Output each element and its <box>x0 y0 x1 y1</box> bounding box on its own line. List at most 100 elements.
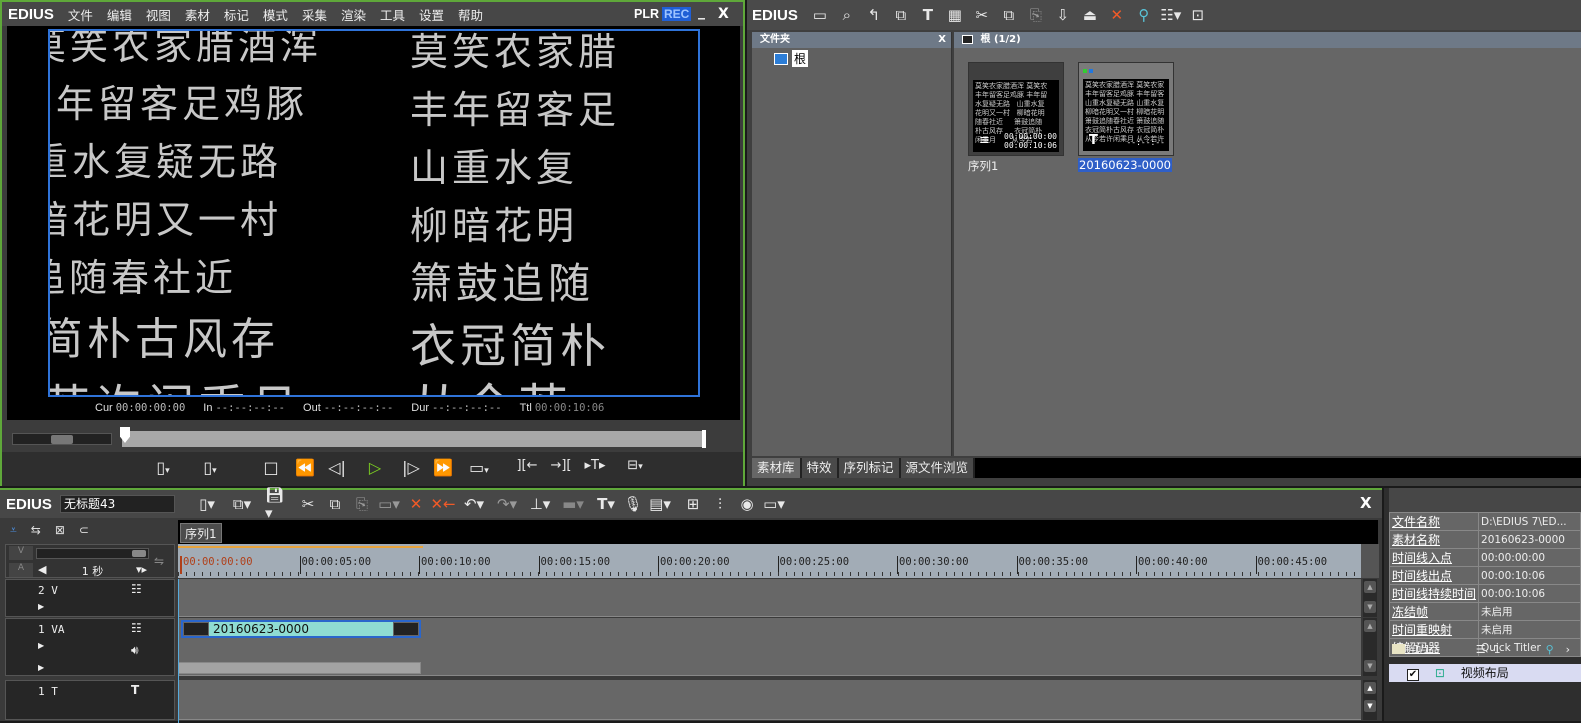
effect-item-video-layout[interactable]: ✔ ⊡ 视频布局 <box>1389 664 1581 682</box>
audio-speaker-icon[interactable]: 🔊︎ <box>131 643 139 658</box>
expand-icon[interactable]: ▶ <box>38 602 44 611</box>
close-button[interactable]: X <box>718 6 729 22</box>
video-track-icon[interactable]: ☷ <box>131 621 142 635</box>
paste-insert-icon[interactable]: ▭▾ <box>377 493 401 515</box>
sequence-tab[interactable]: 序列1 <box>180 523 222 543</box>
timeline-scale-select[interactable]: ◀ 1 秒 ▾▸ <box>36 563 149 578</box>
tools-icon[interactable]: ⊡ <box>1186 4 1210 26</box>
expand-audio-icon[interactable]: ▶ <box>38 663 44 672</box>
save-icon[interactable]: 💾︎▾ <box>265 486 289 522</box>
track-1t[interactable] <box>178 680 1361 720</box>
export-icon[interactable]: ⊟▾ <box>622 458 648 473</box>
rec-toggle[interactable]: REC <box>662 7 692 21</box>
scroll-down-icon[interactable]: ▼ <box>1364 660 1376 672</box>
clip-name-selected[interactable]: 20160623-0000 <box>1078 158 1172 172</box>
copy-icon[interactable]: ⧉ <box>997 4 1021 26</box>
title-icon[interactable]: T <box>916 4 940 26</box>
step-forward-icon[interactable]: |▷ <box>398 458 424 477</box>
track-2v[interactable] <box>178 579 1361 617</box>
ripple-delete-icon[interactable]: ✕← <box>430 493 455 515</box>
new-sequence-icon[interactable]: ▯▾ <box>195 493 219 515</box>
layout-icon[interactable]: ▭▾ <box>762 493 786 515</box>
insert-to-timeline-icon[interactable]: ][← <box>514 458 540 473</box>
timeline-ruler[interactable]: 00:00:00:00 00:00:05:00 00:00:10:00 00:00:1… <box>178 544 1361 578</box>
up-folder-icon[interactable]: ↰ <box>862 4 886 26</box>
audio-toggle[interactable]: A <box>9 563 33 577</box>
timeline-close-button[interactable]: X <box>1360 494 1372 512</box>
expand-icon[interactable]: ▶ <box>38 641 44 650</box>
tab-effects[interactable]: 特效 <box>801 458 839 478</box>
track-1va[interactable]: 20160623-0000 <box>178 618 1361 676</box>
snap-icon[interactable]: ⊂ <box>79 523 89 538</box>
add-clip-icon[interactable]: ⧉ <box>889 4 913 26</box>
effect-enable-checkbox[interactable]: ✔ <box>1407 669 1419 681</box>
track-header-2v[interactable]: 2 V ☷ ▶ <box>5 579 175 617</box>
scroll-down-icon[interactable]: ▼ <box>1364 700 1376 712</box>
overwrite-to-timeline-icon[interactable]: →][ <box>548 458 574 473</box>
redo-icon[interactable]: ↷▾ <box>495 493 519 515</box>
menu-help[interactable]: 帮助 <box>458 5 483 24</box>
folder-pane-close-icon[interactable]: X <box>938 32 946 48</box>
scroll-up-icon[interactable]: ▲ <box>1364 682 1376 694</box>
video-frame[interactable]: 莫笑农家腊酒浑 丰年留客足鸡豚 山重水复疑无路 柳暗花明又一村 箫鼓追随春社近 … <box>48 29 700 397</box>
track-header-1t[interactable]: 1 T T <box>5 680 175 720</box>
properties-icon[interactable]: ⚲ <box>1546 643 1554 656</box>
audio-clip[interactable] <box>178 662 421 674</box>
track-scrollbar[interactable]: ▲ ▼ <box>1363 680 1377 720</box>
open-project-icon[interactable]: ⧉▾ <box>230 493 254 515</box>
menu-settings[interactable]: 设置 <box>419 5 444 24</box>
video-toggle[interactable]: V <box>9 546 33 560</box>
tab-source-browser[interactable]: 源文件浏览 <box>900 458 976 478</box>
copy-icon[interactable]: ⧉ <box>323 493 347 515</box>
more-icon[interactable]: › <box>1566 643 1570 656</box>
loop-icon[interactable]: ▭▾ <box>466 458 492 477</box>
scroll-down-icon[interactable]: ▼ <box>1364 601 1376 613</box>
menu-view[interactable]: 视图 <box>146 5 171 24</box>
shuttle-slider[interactable] <box>12 433 112 445</box>
export-file-icon[interactable]: ▤▾ <box>648 493 672 515</box>
audio-mixer-icon[interactable]: ⫶ <box>708 493 732 515</box>
undo-icon[interactable]: ↶▾ <box>462 493 486 515</box>
voiceover-icon[interactable]: 🎙︎ <box>621 493 645 515</box>
position-bar[interactable] <box>122 431 704 447</box>
paste-icon[interactable]: ⎘ <box>350 493 374 515</box>
color-bars-icon[interactable]: ▦ <box>943 4 967 26</box>
replace-icon[interactable]: ▸T▸ <box>582 458 608 473</box>
menu-render[interactable]: 渲染 <box>341 5 366 24</box>
multicam-icon[interactable]: ⊞ <box>681 493 705 515</box>
menu-marker[interactable]: 标记 <box>224 5 249 24</box>
set-out-icon[interactable]: ▯▾ <box>197 458 223 477</box>
video-track-icon[interactable]: ☷ <box>131 582 142 596</box>
insert-mode-icon[interactable]: ⩡ <box>10 523 17 538</box>
properties-icon[interactable]: ⚲ <box>1132 4 1156 26</box>
shuttle-knob[interactable] <box>51 435 73 444</box>
fast-forward-icon[interactable]: ⏩ <box>430 458 456 477</box>
menu-edit[interactable]: 编辑 <box>107 5 132 24</box>
cut-icon[interactable]: ✂ <box>296 493 320 515</box>
cut-icon[interactable]: ✂ <box>970 4 994 26</box>
title-icon[interactable]: T▾ <box>594 493 618 515</box>
search-icon[interactable]: ⌕ <box>835 4 859 26</box>
step-back-icon[interactable]: ◁| <box>324 458 350 477</box>
minimize-button[interactable]: _ <box>698 4 705 20</box>
set-in-icon[interactable]: ▯▾ <box>150 458 176 477</box>
play-icon[interactable]: ▷ <box>362 458 388 477</box>
clip-thumbnail-sequence[interactable]: 莫笑农家腊酒浑 莫笑农 丰年留客足鸡豚 丰年留 水复疑无路 山重水复 花明又一村… <box>968 62 1064 156</box>
add-marker-icon[interactable]: ⊥▾ <box>528 493 552 515</box>
track-scrollbar[interactable]: ▲ ▼ <box>1363 579 1377 617</box>
ripple-mode-icon[interactable]: ⇆ <box>31 523 41 538</box>
view-mode-icon[interactable]: ☷▾ <box>1159 4 1183 26</box>
timeline-scale-slider[interactable] <box>36 548 149 559</box>
paste-icon[interactable]: ⎘ <box>1024 4 1048 26</box>
track-header-1va[interactable]: 1 VA ☷ 🔊︎ ▶ ▶ <box>5 618 175 676</box>
layer-list-icon[interactable]: ☰ <box>1476 643 1486 656</box>
delete-icon[interactable]: ✕ <box>1105 4 1129 26</box>
clip-thumbnail-title[interactable]: 莫笑农家腊酒浑 莫笑农家 丰年留客足鸡豚 丰年留客 山重水复疑无路 山重水复 柳… <box>1078 62 1174 156</box>
stop-icon[interactable]: □ <box>258 458 284 477</box>
menu-mode[interactable]: 模式 <box>263 5 288 24</box>
add-to-player-icon[interactable]: ⇩ <box>1051 4 1075 26</box>
menu-clip[interactable]: 素材 <box>185 5 210 24</box>
menu-file[interactable]: 文件 <box>68 5 93 24</box>
scroll-up-icon[interactable]: ▲ <box>1364 620 1376 632</box>
tab-sequence-markers[interactable]: 序列标记 <box>838 458 901 478</box>
